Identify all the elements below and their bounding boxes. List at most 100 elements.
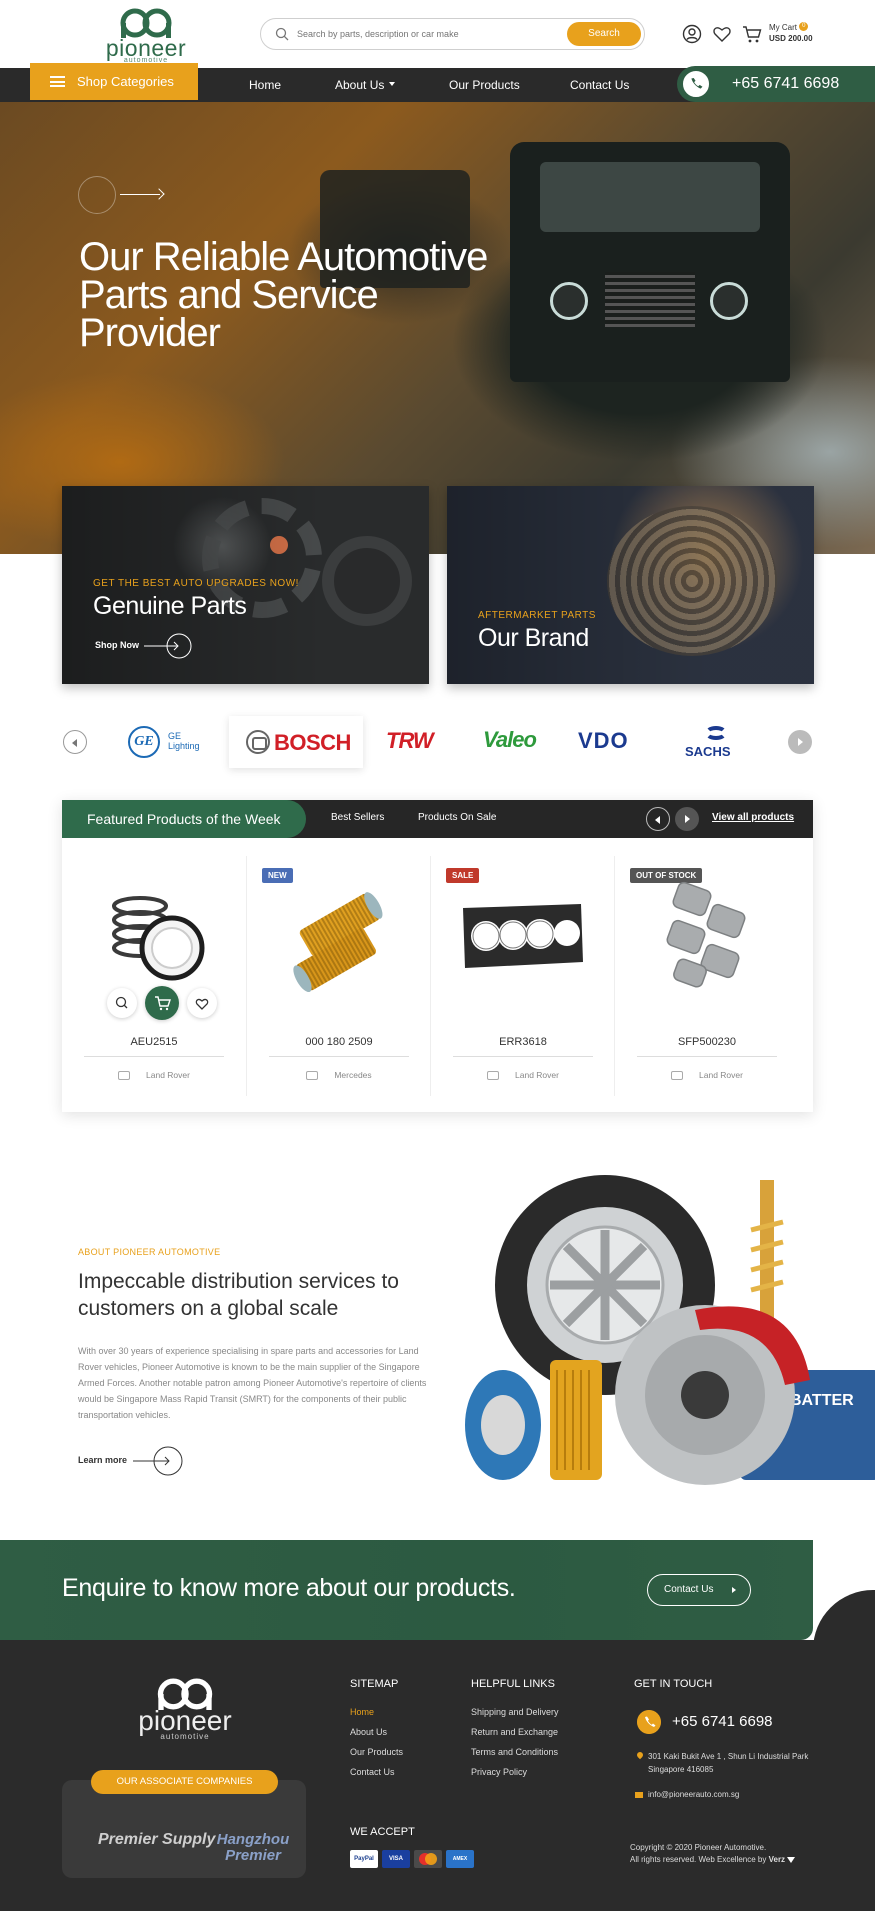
- promo-genuine-parts[interactable]: GET THE BEST AUTO UPGRADES NOW! Genuine …: [62, 486, 429, 684]
- featured-prev-button[interactable]: [646, 807, 670, 831]
- footer-link-our-products[interactable]: Our Products: [350, 1747, 403, 1757]
- quick-view-search-icon[interactable]: [107, 988, 137, 1018]
- product-brand: Land Rover: [146, 1070, 190, 1080]
- footer-email[interactable]: info@pioneerauto.com.sg: [648, 1790, 739, 1799]
- tab-best-sellers[interactable]: Best Sellers: [331, 812, 384, 823]
- footer-link-about-us[interactable]: About Us: [350, 1727, 387, 1737]
- add-to-wishlist-heart-icon[interactable]: [187, 988, 217, 1018]
- chevron-down-icon[interactable]: [389, 82, 395, 86]
- cart-count-badge: 0: [799, 22, 809, 31]
- view-all-products-link[interactable]: View all products: [712, 812, 794, 823]
- contact-us-button[interactable]: Contact Us: [647, 1574, 751, 1606]
- credit-link[interactable]: Verz: [769, 1855, 785, 1864]
- user-icon[interactable]: [682, 24, 702, 44]
- cart-icon[interactable]: [742, 24, 762, 44]
- nav-our-products[interactable]: Our Products: [449, 78, 520, 92]
- learn-more-link[interactable]: Learn more: [78, 1455, 127, 1465]
- footer-link-return[interactable]: Return and Exchange: [471, 1727, 558, 1737]
- brand-name-line2: Lighting: [168, 741, 200, 751]
- footer-link-shipping[interactable]: Shipping and Delivery: [471, 1707, 559, 1717]
- phone-contact[interactable]: +65 6741 6698: [677, 66, 875, 102]
- nav-about-us[interactable]: About Us: [335, 78, 384, 92]
- brand-name-line1: GE: [168, 731, 182, 741]
- shop-categories-label: Shop Categories: [77, 74, 174, 89]
- product-actions: [107, 986, 217, 1022]
- brand-name: Valeo: [483, 727, 537, 752]
- logo-word: pioneer: [105, 35, 187, 61]
- product-card[interactable]: OUT OF STOCK SFP500230 Land Rover: [614, 856, 798, 1096]
- chevron-right-icon: [732, 1587, 736, 1593]
- chevron-left-icon: [655, 816, 660, 824]
- product-image: [666, 881, 746, 988]
- product-card[interactable]: NEW 000 180 2509 Mercedes: [246, 856, 430, 1096]
- footer-link-terms[interactable]: Terms and Conditions: [471, 1747, 558, 1757]
- product-image: [293, 892, 383, 993]
- associate-companies-label: OUR ASSOCIATE COMPANIES: [91, 1770, 278, 1794]
- brand-name: BOSCH: [274, 730, 351, 755]
- helpful-links-title: HELPFUL LINKS: [471, 1678, 555, 1690]
- promo-our-brand[interactable]: AFTERMARKET PARTS Our Brand: [447, 486, 814, 684]
- logo-mark-icon: [120, 8, 172, 38]
- brand-ge-lighting[interactable]: GE GE Lighting: [126, 716, 208, 768]
- footer-link-home[interactable]: Home: [350, 1707, 374, 1717]
- arrow-right-icon[interactable]: [133, 1446, 183, 1476]
- product-brand: Mercedes: [334, 1070, 372, 1080]
- chevron-left-icon: [72, 739, 77, 747]
- vehicle-brand-icon: [487, 1071, 500, 1081]
- product-brand: Land Rover: [515, 1070, 559, 1080]
- phone-number: +65 6741 6698: [732, 75, 840, 92]
- product-card[interactable]: SALE ERR3618 Land Rover: [430, 856, 614, 1096]
- footer-logo[interactable]: pioneer automotive: [130, 1678, 240, 1741]
- add-to-cart-icon[interactable]: [145, 986, 179, 1020]
- featured-next-button[interactable]: [675, 807, 699, 831]
- search-input[interactable]: [297, 25, 597, 43]
- visa-card-icon: VISA: [382, 1850, 410, 1868]
- amex-card-icon: AMEX: [446, 1850, 474, 1868]
- nav-home[interactable]: Home: [249, 78, 281, 92]
- search-button[interactable]: Search: [567, 22, 641, 46]
- about-title: Impeccable distribution services to cust…: [78, 1270, 399, 1320]
- brand-carousel: GE GE Lighting BOSCH TRW Valeo VDO SACHS: [0, 700, 875, 784]
- brands-prev-button[interactable]: [63, 730, 87, 754]
- footer-phone[interactable]: +65 6741 6698: [672, 1713, 773, 1730]
- enquire-banner: Enquire to know more about our products.…: [0, 1540, 813, 1640]
- sachs-mark-icon: [705, 726, 727, 740]
- footer-link-privacy[interactable]: Privacy Policy: [471, 1767, 527, 1777]
- vehicle-brand-icon: [671, 1071, 684, 1081]
- hero-vehicle-image: [510, 142, 790, 382]
- phone-icon: [683, 71, 709, 97]
- wishlist-heart-icon[interactable]: [712, 24, 732, 44]
- mail-icon: [635, 1792, 643, 1798]
- product-code: AEU2515: [130, 1036, 178, 1048]
- promo-kicker: GET THE BEST AUTO UPGRADES NOW!: [93, 578, 299, 589]
- battery-label: BATTER: [790, 1392, 854, 1409]
- brand-sachs[interactable]: SACHS: [683, 716, 749, 768]
- brand-bosch[interactable]: BOSCH: [229, 716, 363, 768]
- hero-next-arrow[interactable]: [78, 176, 183, 214]
- sitemap-title: SITEMAP: [350, 1678, 399, 1690]
- chevron-right-icon: [685, 815, 690, 823]
- logo[interactable]: pioneer automotive: [105, 8, 187, 64]
- associate-hangzhou-premier[interactable]: Hangzhou Premier: [200, 1832, 306, 1864]
- brands-next-button[interactable]: [788, 730, 812, 754]
- brand-name: SACHS: [685, 744, 731, 759]
- product-card[interactable]: AEU2515 Land Rover: [62, 856, 246, 1096]
- cart-summary[interactable]: My Cart 0 USD 200.00: [769, 22, 813, 44]
- we-accept-title: WE ACCEPT: [350, 1826, 415, 1838]
- copyright: Copyright © 2020 Pioneer Automotive. All…: [630, 1842, 796, 1866]
- associate-premier-supply[interactable]: Premier Supply: [98, 1832, 215, 1848]
- product-code: SFP500230: [677, 1036, 737, 1048]
- nav-contact-us[interactable]: Contact Us: [570, 78, 629, 92]
- bosch-ring-icon: [246, 730, 270, 754]
- brand-valeo[interactable]: Valeo: [480, 716, 544, 768]
- shop-now-link[interactable]: Shop Now: [95, 640, 139, 650]
- verz-logo-icon: [787, 1856, 796, 1863]
- promo-title: Genuine Parts: [93, 592, 247, 620]
- brand-vdo[interactable]: VDO: [575, 716, 649, 768]
- tab-featured[interactable]: Featured Products of the Week: [62, 800, 306, 838]
- footer-link-contact-us[interactable]: Contact Us: [350, 1767, 395, 1777]
- brand-trw[interactable]: TRW: [384, 716, 448, 768]
- shop-categories-button[interactable]: Shop Categories: [30, 63, 198, 100]
- arrow-right-icon[interactable]: [144, 633, 192, 659]
- tab-products-on-sale[interactable]: Products On Sale: [418, 812, 496, 823]
